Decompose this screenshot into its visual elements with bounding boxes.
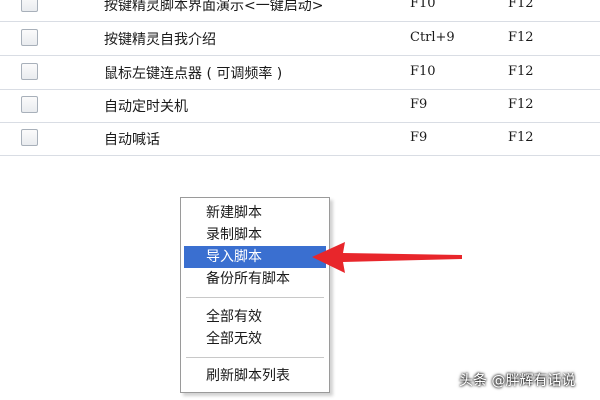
stop-hotkey: F12 [508,130,534,145]
script-name: 按键精灵脚本界面演示<一键启动> [104,0,324,14]
enable-checkbox[interactable] [21,0,38,12]
script-list: 按键精灵脚本界面演示<一键启动> F10 F12 按键精灵自我介绍 Ctrl+9… [0,0,600,160]
menu-item-import-script[interactable]: 导入脚本 [184,246,326,268]
stop-hotkey: F12 [508,64,534,79]
menu-item-new-script[interactable]: 新建脚本 [184,202,326,224]
stop-hotkey: F12 [508,97,534,112]
arrow-shape [312,242,462,273]
start-hotkey: F9 [410,97,428,112]
script-name: 鼠标左键连点器 ( 可调频率 ) [104,66,283,82]
table-row[interactable]: 鼠标左键连点器 ( 可调频率 ) F10 F12 [0,56,600,90]
stop-hotkey: F12 [508,30,534,45]
menu-item-backup-all[interactable]: 备份所有脚本 [184,268,326,290]
menu-item-disable-all[interactable]: 全部无效 [184,328,326,350]
table-row[interactable]: 自动定时关机 F9 F12 [0,89,600,123]
menu-item-refresh-list[interactable]: 刷新脚本列表 [184,365,326,387]
script-name: 按键精灵自我介绍 [104,32,216,48]
start-hotkey: F10 [410,64,436,79]
start-hotkey: Ctrl+9 [410,30,455,45]
enable-checkbox[interactable] [21,96,38,113]
table-row[interactable]: 按键精灵自我介绍 Ctrl+9 F12 [0,22,600,56]
table-row[interactable]: 自动喊话 F9 F12 [0,122,600,156]
script-name: 自动喊话 [104,132,160,148]
menu-item-enable-all[interactable]: 全部有效 [184,306,326,328]
menu-separator [186,357,324,358]
start-hotkey: F9 [410,130,428,145]
menu-separator [186,297,324,298]
enable-checkbox[interactable] [21,29,38,46]
script-name: 自动定时关机 [104,99,188,115]
watermark: 头条 @胖辉有话说 [459,373,576,389]
context-menu: 新建脚本 录制脚本 导入脚本 备份所有脚本 全部有效 全部无效 刷新脚本列表 [180,197,330,393]
enable-checkbox[interactable] [21,129,38,146]
table-row[interactable]: 按键精灵脚本界面演示<一键启动> F10 F12 [0,0,600,22]
enable-checkbox[interactable] [21,63,38,80]
start-hotkey: F10 [410,0,436,11]
menu-item-record-script[interactable]: 录制脚本 [184,224,326,246]
stop-hotkey: F12 [508,0,534,11]
